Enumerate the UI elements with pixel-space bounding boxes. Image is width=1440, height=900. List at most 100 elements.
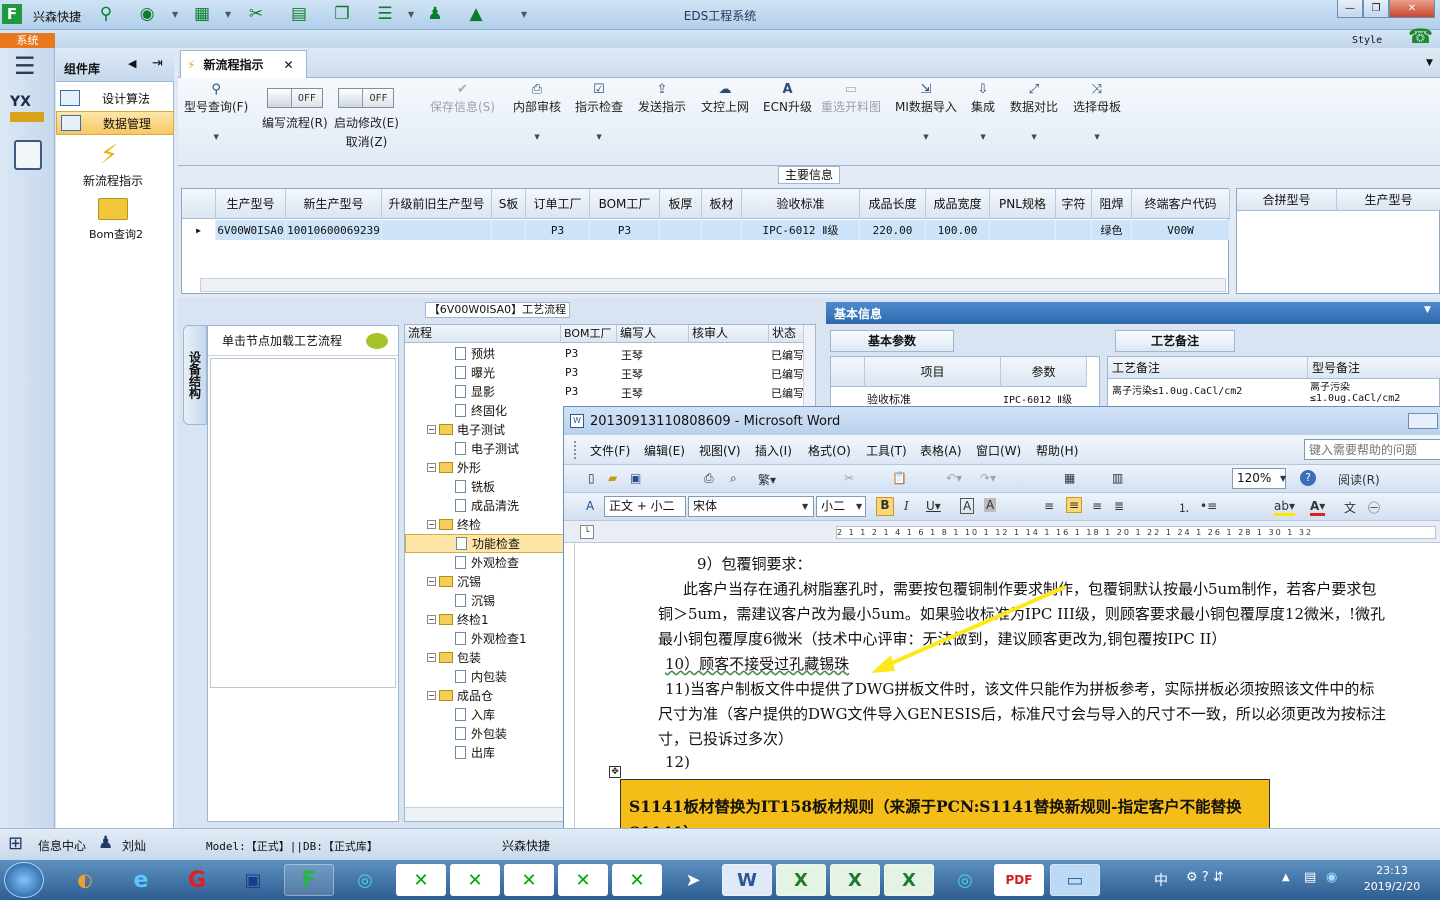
close-tab-icon[interactable]: ✕ bbox=[283, 58, 293, 72]
tree-node[interactable]: 出库 bbox=[405, 743, 565, 762]
font-select[interactable]: 宋体 bbox=[688, 496, 814, 517]
cut-icon[interactable]: ✂ bbox=[844, 471, 854, 485]
eds-app-icon[interactable]: F bbox=[284, 864, 334, 896]
ime-indicator[interactable]: 中 bbox=[1154, 870, 1168, 890]
preview-icon[interactable]: ⌕ bbox=[730, 471, 737, 486]
fish-app-icon[interactable]: ◎ bbox=[940, 864, 990, 896]
table-cell[interactable]: 离子污染≤1.0ug.CaCl/cm2 bbox=[1112, 382, 1242, 397]
horizontal-ruler[interactable]: └ 2 1 1 2 1 4 1 6 1 8 1 10 1 12 1 14 1 1… bbox=[564, 521, 1440, 543]
info-center-label[interactable]: 信息中心 bbox=[38, 837, 86, 854]
seashell-app-icon[interactable]: ◐ bbox=[60, 864, 110, 896]
column-header[interactable]: 生产型号 bbox=[216, 189, 286, 219]
excel-doc-icon[interactable]: X bbox=[884, 864, 934, 896]
ime-settings-icon[interactable]: ⚙ ? ⇵ bbox=[1186, 870, 1224, 885]
menu-table[interactable]: 表格(A) bbox=[920, 442, 962, 459]
excel-window-icon[interactable]: ✕ bbox=[612, 864, 662, 896]
integrate-button[interactable]: ⇩ 集成 ▼ bbox=[971, 82, 995, 141]
menu-help[interactable]: 帮助(H) bbox=[1036, 442, 1078, 459]
menu-tools[interactable]: 工具(T) bbox=[866, 442, 907, 459]
column-header[interactable]: PNL规格 bbox=[990, 189, 1056, 219]
tree-node[interactable]: 内包装 bbox=[405, 667, 565, 686]
column-header[interactable]: 项目 bbox=[865, 357, 1001, 387]
save-icon[interactable]: ▣ bbox=[630, 471, 641, 485]
tree-node[interactable]: 外观检查1 bbox=[405, 629, 565, 648]
excel-window-icon[interactable]: ✕ bbox=[558, 864, 608, 896]
table-cell[interactable] bbox=[660, 220, 702, 240]
tray-app-icon[interactable]: ◉ bbox=[1326, 870, 1337, 885]
hamburger-menu-icon[interactable]: ☰ bbox=[14, 54, 36, 78]
column-header[interactable]: BOM工厂 bbox=[561, 325, 617, 343]
tree-node[interactable]: 曝光 bbox=[405, 363, 565, 382]
collapse-left-icon[interactable]: ◀ bbox=[128, 57, 136, 70]
excel-doc-icon[interactable]: X bbox=[776, 864, 826, 896]
table-cell[interactable]: 220.00 bbox=[860, 220, 926, 240]
tree-node[interactable]: 电子测试 bbox=[405, 439, 565, 458]
excel-window-icon[interactable]: ✕ bbox=[396, 864, 446, 896]
save-disk-app-icon[interactable]: ▣ bbox=[228, 864, 278, 896]
edit-flow-toggle[interactable]: OFF 编写流程(R) bbox=[262, 82, 328, 131]
open-folder-icon[interactable]: ▰ bbox=[608, 471, 617, 485]
zoom-select[interactable]: 120% bbox=[1232, 468, 1286, 489]
ecn-upgrade-button[interactable]: A ECN升级 bbox=[763, 82, 812, 115]
underline-button[interactable]: U▾ bbox=[926, 499, 941, 513]
size-dropdown-icon[interactable]: ▼ bbox=[856, 502, 862, 511]
zoom-dropdown-icon[interactable]: ▼ bbox=[1280, 474, 1286, 483]
excel-window-icon[interactable]: ✕ bbox=[450, 864, 500, 896]
yx-module-icon[interactable]: YX bbox=[10, 94, 44, 128]
justify-icon[interactable]: ≣ bbox=[1114, 499, 1124, 513]
tree-node[interactable]: 外包装 bbox=[405, 724, 565, 743]
column-header[interactable]: 板材 bbox=[702, 189, 742, 219]
table-cell[interactable]: IPC-6012 Ⅱ级 bbox=[1003, 391, 1072, 406]
tree-node[interactable]: 沉锡 bbox=[405, 591, 565, 610]
collapse-toggle-icon[interactable]: − bbox=[427, 520, 436, 529]
columns-icon[interactable]: ▥ bbox=[1112, 471, 1123, 485]
dropdown-arrow-icon[interactable]: ▼ bbox=[1094, 133, 1099, 141]
style-select[interactable]: 正文 + 小二 bbox=[604, 496, 686, 517]
traditional-chinese-button[interactable]: 繁▾ bbox=[758, 471, 776, 488]
help-icon[interactable]: ? bbox=[1300, 470, 1316, 486]
start-modify-toggle[interactable]: OFF 启动修改(E) 取消(Z) bbox=[334, 82, 399, 150]
pin-icon[interactable]: ⇥ bbox=[152, 56, 163, 71]
column-header[interactable]: 新生产型号 bbox=[286, 189, 382, 219]
char-border-button[interactable]: A bbox=[960, 498, 975, 514]
red-g-app-icon[interactable]: G bbox=[172, 864, 222, 896]
reselect-cutting-button[interactable]: ▭ 重选开料图 bbox=[821, 82, 881, 115]
tree-node[interactable]: − 外形 bbox=[405, 458, 565, 477]
cancel-label[interactable]: 取消(Z) bbox=[346, 133, 388, 150]
collapse-toggle-icon[interactable]: − bbox=[427, 425, 436, 434]
word-window-icon[interactable]: W bbox=[722, 864, 772, 896]
table-cell[interactable]: 10010600069239 bbox=[286, 220, 382, 240]
doc-online-button[interactable]: ☁ 文控上网 bbox=[701, 82, 749, 115]
tab-stop-selector[interactable]: └ bbox=[580, 525, 594, 539]
tab-basic-params[interactable]: 基本参数 bbox=[830, 330, 954, 352]
data-compare-button[interactable]: ⤢ 数据对比 ▼ bbox=[1010, 82, 1058, 141]
numbered-list-icon[interactable]: ⒈ bbox=[1178, 499, 1190, 516]
column-header[interactable]: BOM工厂 bbox=[590, 189, 660, 219]
sidebar-item-data-management[interactable]: 数据管理 bbox=[56, 111, 174, 135]
phonetic-guide-icon[interactable]: 文 bbox=[1344, 499, 1356, 516]
close-button[interactable]: ✕ bbox=[1389, 0, 1435, 18]
menu-file[interactable]: 文件(F) bbox=[590, 442, 630, 459]
column-header[interactable]: 成品宽度 bbox=[926, 189, 990, 219]
start-button[interactable] bbox=[4, 862, 44, 898]
menu-insert[interactable]: 插入(I) bbox=[755, 442, 792, 459]
start-modify-switch[interactable]: OFF bbox=[338, 88, 395, 108]
new-doc-icon[interactable]: ▯ bbox=[588, 471, 595, 485]
font-color-icon[interactable]: A▾ bbox=[1310, 499, 1326, 516]
mi-import-button[interactable]: ⇲ MI数据导入 ▼ bbox=[895, 82, 957, 141]
table-cell[interactable]: 验收标准 bbox=[867, 391, 911, 407]
select-mother-board-button[interactable]: ⤨ 选择母板 ▼ bbox=[1073, 82, 1121, 141]
table-insert-icon[interactable]: ▦ bbox=[1064, 471, 1075, 485]
shortcut-new-process[interactable]: 新流程指示 bbox=[83, 172, 143, 189]
fish-app-icon[interactable]: ◎ bbox=[340, 864, 390, 896]
column-header[interactable]: 编写人 bbox=[617, 325, 689, 343]
tab-menu-arrow-icon[interactable]: ▼ bbox=[1426, 58, 1433, 68]
table-cell[interactable] bbox=[990, 220, 1056, 240]
model-query-button[interactable]: ⚲ 型号查询(F) ▼ bbox=[184, 82, 248, 141]
tree-node[interactable]: 预烘 bbox=[405, 344, 565, 363]
align-right-icon[interactable]: ≡ bbox=[1092, 499, 1102, 513]
menu-view[interactable]: 视图(V) bbox=[699, 442, 741, 459]
edit-flow-switch[interactable]: OFF bbox=[266, 88, 323, 108]
tree-node[interactable]: 显影 bbox=[405, 382, 565, 401]
dropdown-arrow-icon[interactable]: ▼ bbox=[923, 133, 928, 141]
